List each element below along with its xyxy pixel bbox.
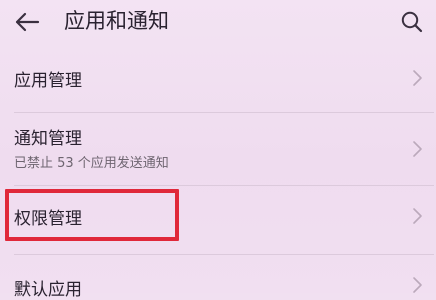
chevron-right-icon bbox=[413, 208, 422, 224]
list-item-app-management[interactable]: 应用管理 bbox=[0, 44, 436, 112]
back-button[interactable] bbox=[8, 4, 46, 40]
chevron-right-icon bbox=[413, 70, 422, 86]
chevron-right-icon bbox=[413, 141, 422, 157]
chevron-right-icon bbox=[413, 277, 422, 293]
list-item-permission-management[interactable]: 权限管理 bbox=[0, 186, 436, 244]
search-icon bbox=[401, 11, 423, 33]
list-item-default-apps[interactable]: 默认应用 bbox=[0, 255, 436, 300]
list-item-subtitle: 已禁止 53 个应用发送通知 bbox=[14, 156, 169, 171]
search-button[interactable] bbox=[394, 4, 430, 40]
settings-screen: 应用和通知 应用管理 通知管理 已禁止 53 个应用发送通知 权限管理 默认应用 bbox=[0, 0, 436, 300]
app-header: 应用和通知 bbox=[0, 0, 436, 44]
list-item-title: 默认应用 bbox=[14, 280, 82, 300]
list-item-title: 应用管理 bbox=[14, 71, 82, 91]
list-item-title: 权限管理 bbox=[14, 209, 82, 229]
list-item-notification-management[interactable]: 通知管理 已禁止 53 个应用发送通知 bbox=[0, 113, 436, 185]
arrow-left-icon bbox=[15, 12, 40, 32]
list-item-title: 通知管理 bbox=[14, 129, 82, 149]
page-title: 应用和通知 bbox=[64, 9, 169, 33]
